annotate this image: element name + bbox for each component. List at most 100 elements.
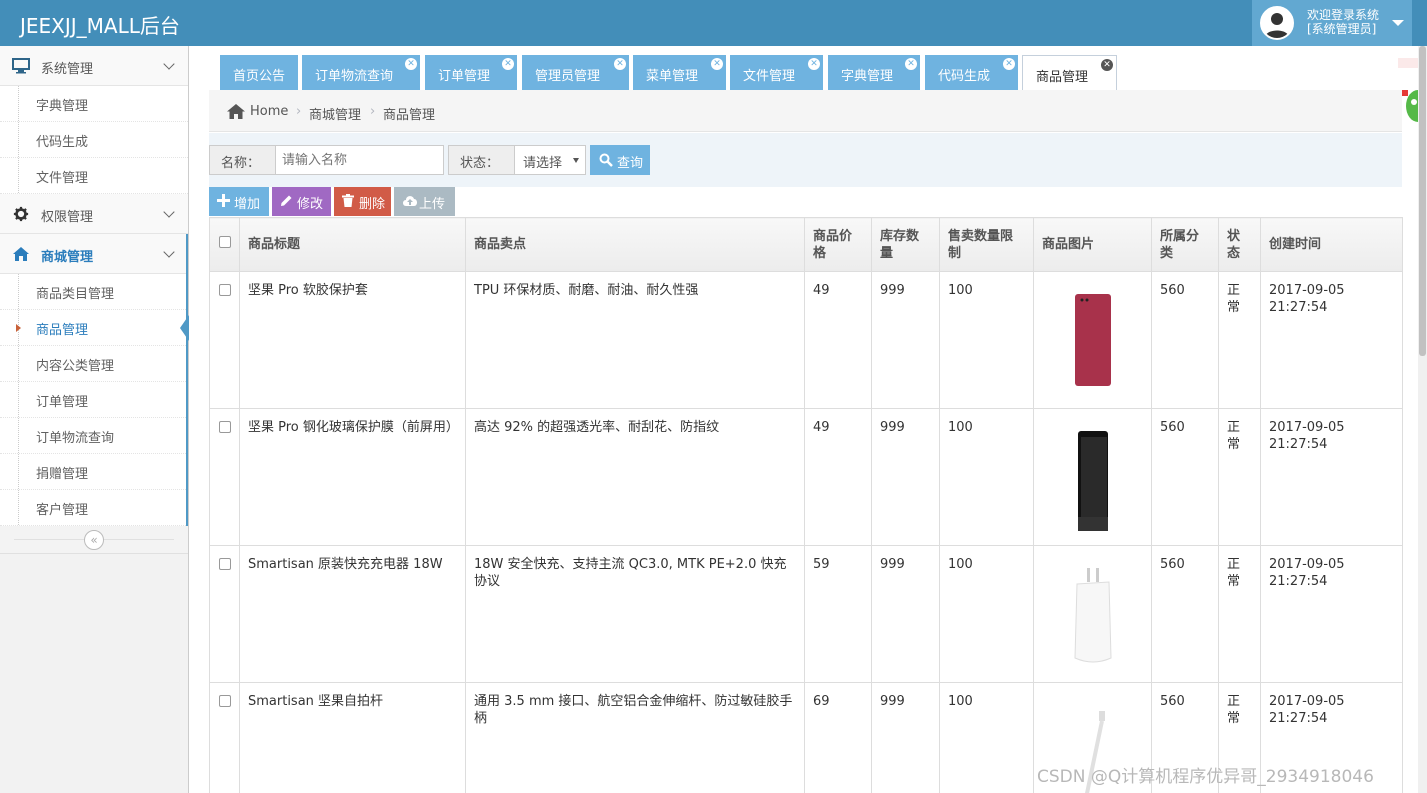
close-icon[interactable]: ✕ [614, 58, 626, 70]
page-scrollbar[interactable] [1418, 46, 1427, 793]
tab-logistics[interactable]: 订单物流查询 ✕ [302, 55, 420, 90]
row-select[interactable] [209, 271, 240, 409]
cell-category: 560 [1151, 408, 1219, 546]
cell-price: 49 [804, 408, 872, 546]
edit-button-label: 修改 [297, 197, 324, 212]
cell-price: 49 [804, 271, 872, 409]
sidebar-item-logistics[interactable]: 订单物流查询 [0, 418, 186, 454]
chevron-down-icon [163, 206, 175, 218]
column-header[interactable]: 商品卖点 [465, 217, 805, 272]
breadcrumb-shop[interactable]: 商城管理 [309, 104, 361, 123]
column-header[interactable]: 库存数量 [871, 217, 940, 272]
sidebar-item-products[interactable]: 商品管理 [0, 310, 189, 346]
row-select[interactable] [209, 408, 240, 546]
sidebar-group-label: 商城管理 [41, 250, 94, 265]
sidebar-item-category[interactable]: 商品类目管理 [0, 274, 186, 310]
sidebar-item-content-category[interactable]: 内容公类管理 [0, 346, 186, 382]
table-row[interactable]: 坚果 Pro 钢化玻璃保护膜（前屏用） 高达 92% 的超强透光率、耐刮花、防指… [209, 408, 1403, 546]
close-icon[interactable]: ✕ [905, 58, 917, 70]
tab-products[interactable]: 商品管理 ✕ [1022, 55, 1117, 91]
close-icon[interactable]: ✕ [711, 58, 723, 70]
cell-stock: 999 [871, 682, 940, 793]
sidebar-item-label: 代码生成 [36, 135, 89, 150]
status-select-value: 请选择 [523, 156, 563, 171]
sidebar-item-files[interactable]: 文件管理 [0, 158, 188, 194]
close-icon[interactable]: ✕ [1101, 59, 1113, 71]
breadcrumb-home[interactable]: Home [250, 104, 288, 119]
close-icon[interactable]: ✕ [1003, 58, 1015, 70]
upload-button-label: 上传 [419, 197, 446, 212]
table-header-row: 商品标题 商品卖点 商品价格 库存数量 售卖数量限制 商品图片 所属分类 状态 … [209, 217, 1403, 272]
close-icon[interactable]: ✕ [808, 58, 820, 70]
sidebar-item-label: 商品管理 [36, 323, 89, 338]
black-phone-image [1077, 431, 1108, 531]
cell-stock: 999 [871, 271, 940, 409]
user-menu[interactable]: 欢迎登录系统 [系统管理员] [1252, 0, 1412, 46]
sidebar-item-customers[interactable]: 客户管理 [0, 490, 186, 526]
sidebar-item-dictionary[interactable]: 字典管理 [0, 86, 188, 122]
sidebar-group-shop[interactable]: 商城管理 [0, 234, 186, 274]
cell-image [1033, 545, 1152, 683]
tab-home-notice[interactable]: 首页公告 [220, 55, 298, 90]
close-icon[interactable]: ✕ [502, 58, 514, 70]
column-header[interactable]: 商品图片 [1033, 217, 1152, 272]
chevron-right-icon: › [370, 104, 376, 119]
column-header[interactable]: 创建时间 [1260, 217, 1403, 272]
add-button[interactable]: 增加 [209, 187, 269, 216]
column-header[interactable]: 商品价格 [804, 217, 872, 272]
table-row[interactable]: Smartisan 原装快充充电器 18W 18W 安全快充、支持主流 QC3.… [209, 545, 1403, 683]
row-select[interactable] [209, 682, 240, 793]
edit-button[interactable]: 修改 [272, 187, 331, 216]
select-all-checkbox[interactable] [209, 217, 240, 272]
tab-dictionary[interactable]: 字典管理 ✕ [828, 55, 920, 90]
sidebar-group-permissions[interactable]: 权限管理 [0, 194, 188, 234]
floating-widget[interactable] [1398, 54, 1427, 144]
checkbox[interactable] [218, 695, 231, 707]
sidebar-item-codegen[interactable]: 代码生成 [0, 122, 188, 158]
avatar [1260, 6, 1294, 40]
watermark: CSDN @Q计算机程序优异哥_2934918046 [1037, 767, 1374, 787]
tab-admins[interactable]: 管理员管理 ✕ [522, 55, 629, 90]
tab-orders[interactable]: 订单管理 ✕ [425, 55, 517, 90]
column-header[interactable]: 商品标题 [239, 217, 466, 272]
upload-button[interactable]: 上传 [394, 187, 455, 216]
status-select[interactable]: 请选择 [515, 145, 586, 175]
name-search-input[interactable] [276, 145, 444, 175]
cell-title: 坚果 Pro 钢化玻璃保护膜（前屏用） [239, 408, 466, 546]
tab-menus[interactable]: 菜单管理 ✕ [633, 55, 726, 90]
sidebar-collapse-bar: « [0, 526, 188, 554]
app-title[interactable]: JEEXJJ_MALL后台 [20, 10, 180, 39]
sidebar-item-label: 捐赠管理 [36, 467, 89, 482]
tab-codegen[interactable]: 代码生成 ✕ [925, 55, 1018, 90]
tab-label: 文件管理 [743, 69, 796, 84]
cell-created: 2017-09-05 21:27:54 [1260, 545, 1403, 683]
cell-sell-point: 通用 3.5 mm 接口、航空铝合金伸缩杆、防过敏硅胶手柄 [465, 682, 805, 793]
sidebar-item-label: 文件管理 [36, 171, 89, 186]
table-row[interactable]: 坚果 Pro 软胶保护套 TPU 环保材质、耐磨、耐油、耐久性强 49 999 … [209, 271, 1403, 409]
product-table: 商品标题 商品卖点 商品价格 库存数量 售卖数量限制 商品图片 所属分类 状态 … [209, 217, 1403, 793]
checkbox[interactable] [218, 236, 231, 248]
column-header[interactable]: 状态 [1218, 217, 1261, 272]
row-select[interactable] [209, 545, 240, 683]
checkbox[interactable] [218, 558, 231, 570]
delete-button[interactable]: 删除 [334, 187, 391, 216]
cell-image [1033, 408, 1152, 546]
sidebar-item-orders[interactable]: 订单管理 [0, 382, 186, 418]
column-header[interactable]: 所属分类 [1151, 217, 1219, 272]
home-icon [13, 247, 29, 261]
collapse-icon[interactable]: « [84, 530, 104, 550]
close-icon[interactable]: ✕ [405, 58, 417, 70]
cell-created: 2017-09-05 21:27:54 [1260, 271, 1403, 409]
column-header[interactable]: 售卖数量限制 [939, 217, 1034, 272]
chevron-down-icon [163, 58, 175, 70]
cell-limit: 100 [939, 408, 1034, 546]
checkbox[interactable] [218, 284, 231, 296]
active-indicator [180, 315, 189, 341]
scrollbar-thumb[interactable] [1419, 46, 1426, 356]
query-button[interactable]: 查询 [590, 145, 650, 175]
checkbox[interactable] [218, 421, 231, 433]
cell-limit: 100 [939, 271, 1034, 409]
sidebar-item-donations[interactable]: 捐赠管理 [0, 454, 186, 490]
sidebar-group-system[interactable]: 系统管理 [0, 46, 188, 86]
tab-files[interactable]: 文件管理 ✕ [730, 55, 823, 90]
